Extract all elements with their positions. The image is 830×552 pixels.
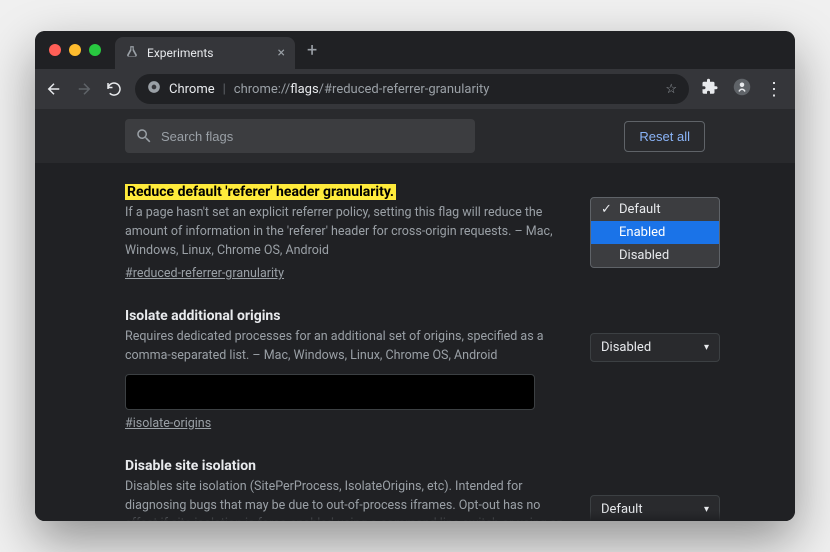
dropdown-option-disabled[interactable]: Disabled [591, 244, 719, 267]
search-input[interactable] [161, 129, 465, 144]
flask-icon [125, 45, 139, 62]
forward-button[interactable] [75, 80, 93, 98]
browser-toolbar: Chrome | chrome://flags/#reduced-referre… [35, 69, 795, 109]
close-window-button[interactable] [49, 44, 61, 56]
address-bar[interactable]: Chrome | chrome://flags/#reduced-referre… [135, 74, 689, 104]
tab-title: Experiments [147, 46, 270, 60]
close-tab-icon[interactable]: × [278, 45, 285, 61]
browser-tab[interactable]: Experiments × [115, 37, 295, 69]
dropdown-menu: ✓Default Enabled Disabled [590, 197, 720, 268]
browser-window: Experiments × + Chrome | chrome://flags/… [35, 31, 795, 521]
back-button[interactable] [45, 80, 63, 98]
tab-strip: Experiments × + [35, 31, 795, 69]
flag-hash-link[interactable]: #reduced-referrer-granularity [125, 266, 284, 281]
kebab-menu-icon[interactable]: ⋮ [765, 79, 785, 100]
bookmark-star-icon[interactable]: ☆ [665, 82, 677, 97]
chrome-icon [147, 80, 161, 98]
scroll-fade [35, 511, 795, 521]
flag-title: Isolate additional origins [125, 308, 280, 324]
origins-textfield[interactable] [125, 374, 535, 410]
flag-hash-link[interactable]: #isolate-origins [125, 416, 211, 431]
toolbar-actions: ⋮ [701, 78, 785, 100]
profile-icon[interactable] [733, 78, 751, 100]
search-flags-box[interactable] [125, 119, 475, 153]
flag-dropdown[interactable]: Disabled ▾ [590, 333, 720, 362]
flag-description: If a page hasn't set an explicit referre… [125, 204, 565, 260]
page-content: Reset all Reduce default 'referer' heade… [35, 109, 795, 521]
dropdown-option-default[interactable]: ✓Default [591, 198, 719, 221]
new-tab-button[interactable]: + [307, 40, 317, 61]
maximize-window-button[interactable] [89, 44, 101, 56]
minimize-window-button[interactable] [69, 44, 81, 56]
flag-title: Disable site isolation [125, 458, 256, 474]
flag-description: Requires dedicated processes for an addi… [125, 328, 565, 366]
flag-reduced-referrer: Reduce default 'referer' header granular… [125, 181, 705, 281]
window-controls [49, 44, 101, 56]
chevron-down-icon: ▾ [704, 342, 709, 353]
reset-all-button[interactable]: Reset all [624, 121, 705, 152]
extensions-icon[interactable] [701, 78, 719, 100]
omnibox-url: chrome://flags/#reduced-referrer-granula… [234, 82, 490, 97]
flag-isolate-origins: Isolate additional origins Requires dedi… [125, 305, 705, 431]
dropdown-option-enabled[interactable]: Enabled [591, 221, 719, 244]
flag-title: Reduce default 'referer' header granular… [125, 184, 396, 200]
omnibox-scheme: Chrome [169, 82, 215, 97]
flags-list: Reduce default 'referer' header granular… [35, 163, 795, 521]
flags-topbar: Reset all [35, 109, 795, 163]
reload-button[interactable] [105, 80, 123, 98]
search-icon [135, 127, 153, 145]
